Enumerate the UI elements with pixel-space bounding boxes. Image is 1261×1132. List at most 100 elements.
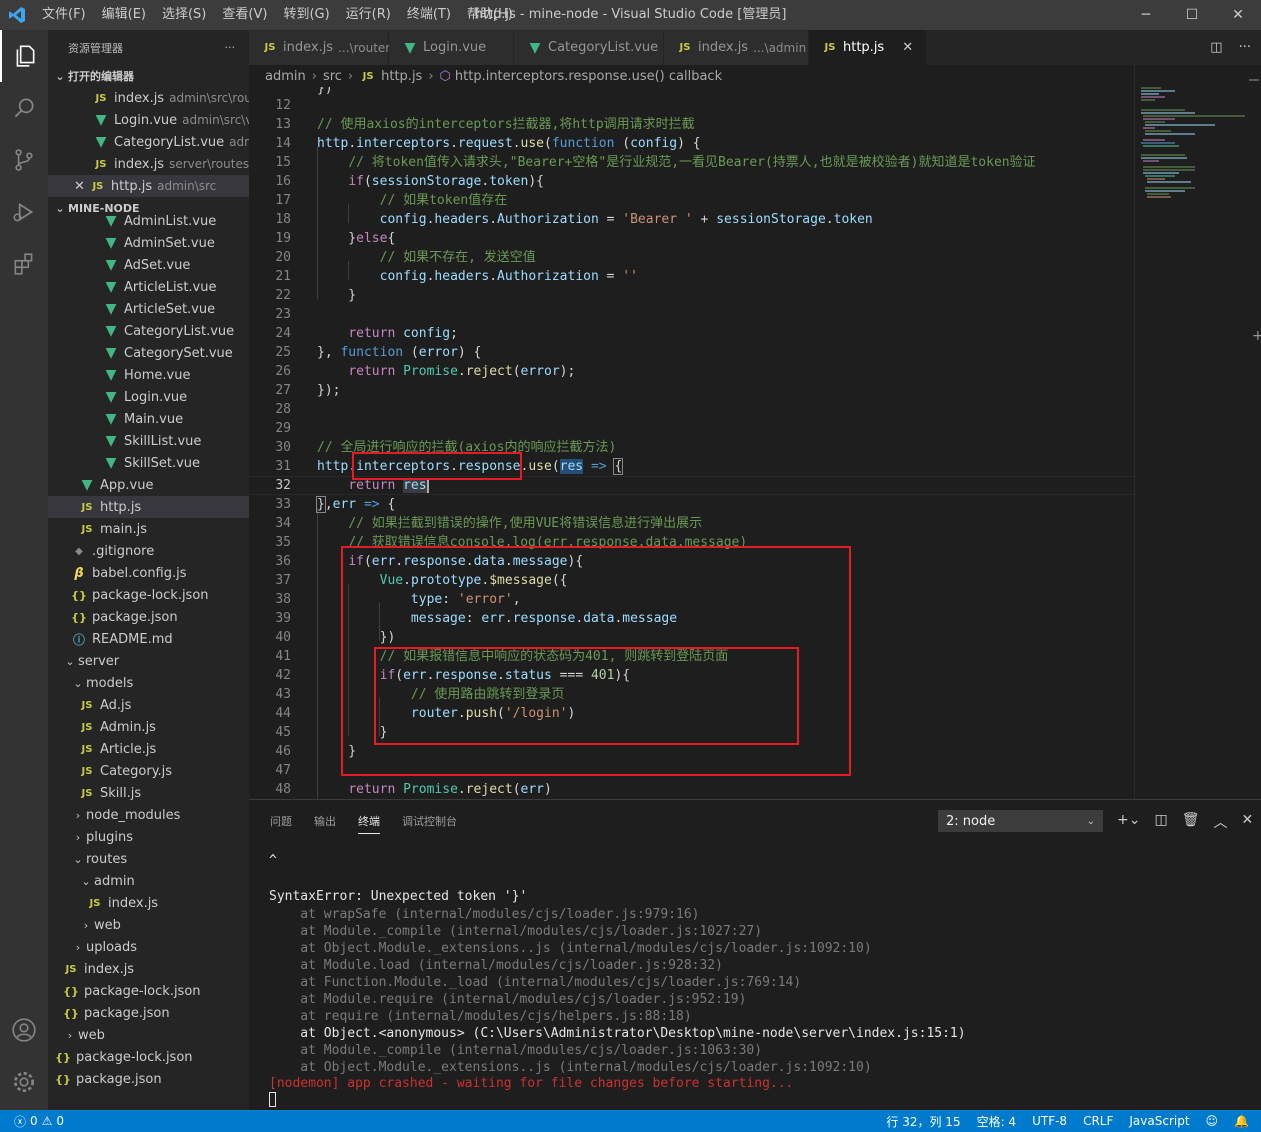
account-icon[interactable] xyxy=(0,1004,48,1056)
tab-output[interactable]: 输出 xyxy=(314,813,336,833)
settings-gear-icon[interactable] xyxy=(0,1056,48,1108)
tree-item[interactable]: ⌄ server xyxy=(48,650,249,672)
tree-item[interactable]: ▼ SkillList.vue xyxy=(48,430,249,452)
tree-item[interactable]: JS Article.js xyxy=(48,738,249,760)
tree-item[interactable]: ▼ ArticleList.vue xyxy=(48,276,249,298)
menu-item[interactable]: 查看(V) xyxy=(214,0,275,30)
tree-item[interactable]: {} package.json xyxy=(48,1002,249,1024)
tree-item[interactable]: ⓘ README.md xyxy=(48,628,249,650)
tree-item[interactable]: › web xyxy=(48,914,249,936)
tree-item[interactable]: ▼ AdminSet.vue xyxy=(48,232,249,254)
run-debug-icon[interactable] xyxy=(0,186,48,238)
tree-item[interactable]: β babel.config.js xyxy=(48,562,249,584)
close-tab-icon[interactable]: ✕ xyxy=(902,40,913,55)
tree-item[interactable]: › node_modules xyxy=(48,804,249,826)
tree-item[interactable]: ▼ ArticleSet.vue xyxy=(48,298,249,320)
tree-item[interactable]: {} package-lock.json xyxy=(48,980,249,1002)
open-editor-item[interactable]: ✕ JS http.js admin\src xyxy=(48,175,249,197)
code-line: }else{ xyxy=(317,231,396,246)
menu-item[interactable]: 转到(G) xyxy=(275,0,337,30)
open-editor-item[interactable]: ▼ Login.vue admin\src\vi... xyxy=(48,109,249,131)
tree-item[interactable]: JS Category.js xyxy=(48,760,249,782)
tree-item[interactable]: {} package-lock.json xyxy=(48,584,249,606)
more-actions-icon[interactable]: ··· xyxy=(1239,40,1251,55)
new-terminal-icon[interactable]: +⌄ xyxy=(1117,812,1140,832)
breadcrumb-item[interactable]: http.js xyxy=(381,69,422,84)
tree-item[interactable]: JS index.js xyxy=(48,958,249,980)
problems-status[interactable]: ⓧ 0 ⚠ 0 xyxy=(0,1113,64,1130)
breadcrumb-item[interactable]: http.interceptors.response.use() callbac… xyxy=(455,69,722,84)
menu-item[interactable]: 选择(S) xyxy=(154,0,214,30)
editor-tab[interactable]: JS index.js ...\admin xyxy=(664,30,809,65)
tree-item[interactable]: ▼ CategoryList.vue xyxy=(48,320,249,342)
close-panel-icon[interactable]: ✕ xyxy=(1241,812,1253,832)
extensions-icon[interactable] xyxy=(0,238,48,290)
tree-item[interactable]: JS Skill.js xyxy=(48,782,249,804)
menu-item[interactable]: 终端(T) xyxy=(399,0,459,30)
tree-item[interactable]: ▼ Home.vue xyxy=(48,364,249,386)
explorer-icon[interactable] xyxy=(0,30,48,82)
tree-item[interactable]: › plugins xyxy=(48,826,249,848)
cursor-position[interactable]: 行 32，列 15 xyxy=(886,1113,960,1130)
tab-terminal[interactable]: 终端 xyxy=(358,813,380,834)
open-editor-item[interactable]: JS index.js server\routes\a... xyxy=(48,153,249,175)
split-editor-icon[interactable]: ◫ xyxy=(1210,40,1222,55)
tree-item[interactable]: ▼ Login.vue xyxy=(48,386,249,408)
menu-item[interactable]: 运行(R) xyxy=(338,0,399,30)
split-terminal-icon[interactable]: ◫ xyxy=(1154,812,1167,832)
editor-tab[interactable]: JS http.js ✕ xyxy=(809,30,927,65)
tree-item[interactable]: {} package.json xyxy=(48,606,249,628)
language-mode[interactable]: JavaScript xyxy=(1129,1114,1189,1128)
menu-item[interactable]: 编辑(E) xyxy=(94,0,154,30)
tree-item[interactable]: JS main.js xyxy=(48,518,249,540)
feedback-icon[interactable]: ☺ xyxy=(1206,1114,1219,1128)
tree-item[interactable]: ▼ AdSet.vue xyxy=(48,254,249,276)
maximize-panel-icon[interactable]: ︿ xyxy=(1213,812,1227,832)
editor-tab[interactable]: ▼ Login.vue xyxy=(389,30,514,65)
encoding[interactable]: UTF-8 xyxy=(1032,1114,1067,1128)
tree-item[interactable]: JS Ad.js xyxy=(48,694,249,716)
tree-item[interactable]: {} package.json xyxy=(48,1068,249,1090)
menu-item[interactable]: 帮助(H) xyxy=(459,0,521,30)
tree-item[interactable]: ▼ CategorySet.vue xyxy=(48,342,249,364)
tree-item[interactable]: {} package-lock.json xyxy=(48,1046,249,1068)
close-window-icon[interactable]: ✕ xyxy=(1215,0,1261,30)
tree-item[interactable]: ▼ App.vue xyxy=(48,474,249,496)
more-actions-icon[interactable]: ··· xyxy=(225,41,236,54)
open-editor-item[interactable]: ▼ CategoryList.vue admi... xyxy=(48,131,249,153)
tree-item[interactable]: ◆ .gitignore xyxy=(48,540,249,562)
tab-problems[interactable]: 问题 xyxy=(270,813,292,833)
breadcrumb-item[interactable]: src xyxy=(323,69,342,84)
source-control-icon[interactable] xyxy=(0,134,48,186)
notifications-bell-icon[interactable]: 🔔 xyxy=(1234,1114,1249,1128)
tree-item[interactable]: JS index.js xyxy=(48,892,249,914)
terminal-select[interactable]: 2: node ⌄ xyxy=(938,810,1103,832)
file-name: AdminSet.vue xyxy=(124,235,215,251)
search-icon[interactable] xyxy=(0,82,48,134)
code-editor[interactable]: }) 12 13 14 15 16 17 18 19 20 21 22 23 24 25 26 27 28 29 3… xyxy=(249,87,1134,799)
editor-tab[interactable]: JS index.js ...\router xyxy=(249,30,390,65)
tab-debug-console[interactable]: 调试控制台 xyxy=(402,813,457,833)
maximize-icon[interactable]: ☐ xyxy=(1169,0,1215,30)
breadcrumb-item[interactable]: admin xyxy=(265,69,306,84)
eol[interactable]: CRLF xyxy=(1083,1114,1113,1128)
minimize-icon[interactable]: ─ xyxy=(1123,0,1169,30)
tree-item[interactable]: ⌄ models xyxy=(48,672,249,694)
tree-item[interactable]: ⌄ routes xyxy=(48,848,249,870)
tree-item[interactable]: ⌄ admin xyxy=(48,870,249,892)
tree-item[interactable]: › uploads xyxy=(48,936,249,958)
menu-item[interactable]: 文件(F) xyxy=(34,0,94,30)
tree-item[interactable]: ▼ SkillSet.vue xyxy=(48,452,249,474)
open-editor-item[interactable]: JS index.js admin\src\router xyxy=(48,87,249,109)
tree-item[interactable]: JS Admin.js xyxy=(48,716,249,738)
open-editors-section[interactable]: ⌄ 打开的编辑器 xyxy=(48,65,249,87)
trash-icon[interactable]: 🗑 xyxy=(1182,812,1200,832)
minimap[interactable] xyxy=(1134,65,1261,799)
tree-item[interactable]: › web xyxy=(48,1024,249,1046)
editor-tab[interactable]: ▼ CategoryList.vue xyxy=(514,30,664,65)
indentation[interactable]: 空格: 4 xyxy=(977,1113,1017,1130)
tree-item[interactable]: ▼ Main.vue xyxy=(48,408,249,430)
tree-item[interactable]: JS http.js xyxy=(48,496,249,518)
close-icon[interactable]: ✕ xyxy=(74,179,85,194)
editor-scrollbar[interactable]: + xyxy=(1246,65,1261,799)
